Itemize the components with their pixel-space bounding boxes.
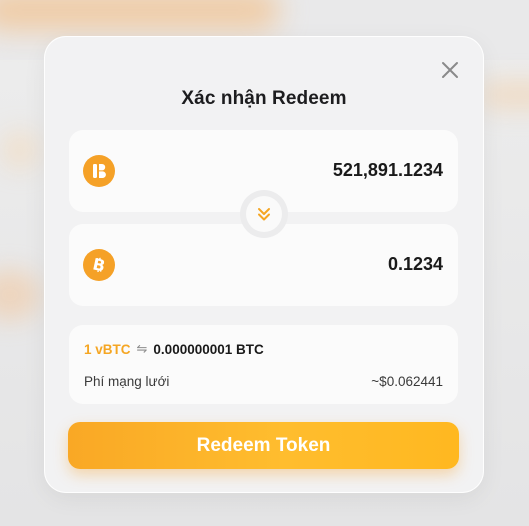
bitcoin-coin-icon: B bbox=[83, 249, 115, 281]
exchange-rate: 1 vBTC ⇋ 0.000000001 BTC bbox=[84, 341, 264, 357]
redeem-token-button[interactable]: Redeem Token bbox=[68, 422, 459, 469]
rate-to: 0.000000001 BTC bbox=[153, 341, 264, 357]
rate-from: 1 vBTC bbox=[84, 341, 131, 357]
network-fee-value: ~$0.062441 bbox=[371, 374, 443, 389]
from-amount: 521,891.1234 bbox=[332, 160, 443, 180]
rate-info-card: 1 vBTC ⇋ 0.000000001 BTC Phí mạng lưới ~… bbox=[69, 325, 458, 404]
to-amount: 0.1234 bbox=[387, 254, 443, 274]
close-icon[interactable] bbox=[438, 58, 462, 82]
swap-direction-ring bbox=[240, 190, 288, 238]
vbtc-coin-icon bbox=[83, 155, 115, 187]
network-fee-label: Phí mạng lưới bbox=[84, 374, 170, 389]
redeem-confirm-modal: Xác nhận Redeem 521,891.1234 B 0.1234 1 … bbox=[44, 36, 484, 493]
modal-title: Xác nhận Redeem bbox=[181, 88, 347, 109]
exchange-arrows-icon: ⇋ bbox=[136, 341, 148, 356]
svg-text:B: B bbox=[91, 255, 107, 275]
double-chevron-down-icon[interactable] bbox=[246, 196, 282, 232]
